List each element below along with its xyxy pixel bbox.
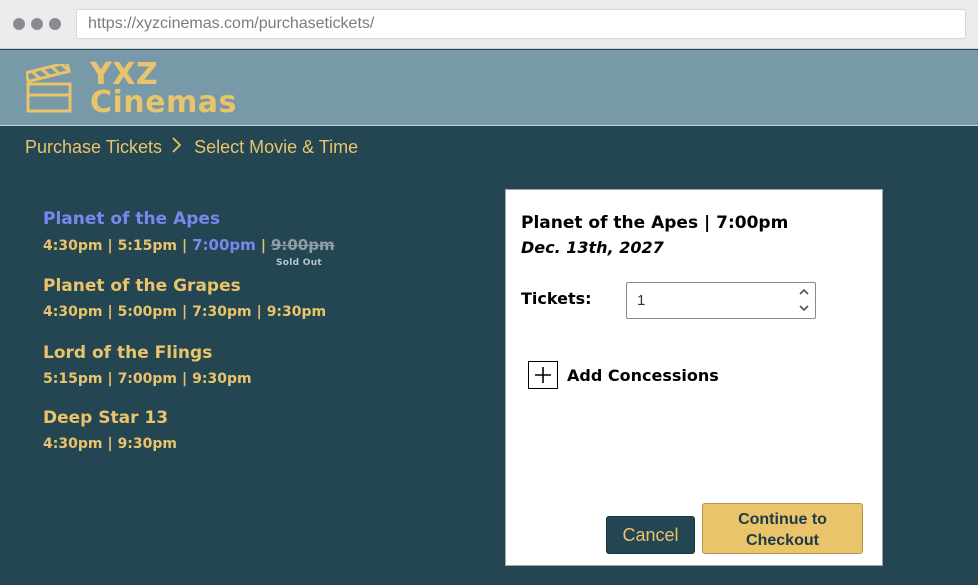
address-bar[interactable]: https://xyzcinemas.com/purchasetickets/	[76, 9, 966, 39]
showtime-option[interactable]: 9:30pm	[192, 371, 251, 387]
showtimes: 5:15pm | 7:00pm | 9:30pm	[43, 371, 252, 387]
chevron-right-icon	[171, 137, 182, 158]
plus-icon	[528, 361, 558, 389]
showtime-option[interactable]: 7:00pm	[118, 371, 177, 387]
showtimes: 4:30pm | 9:30pm	[43, 436, 177, 452]
browser-chrome: https://xyzcinemas.com/purchasetickets/	[0, 0, 978, 49]
movie-title[interactable]: Planet of the Apes	[43, 208, 335, 230]
cancel-button[interactable]: Cancel	[606, 516, 695, 554]
movie-item: Lord of the Flings 5:15pm | 7:00pm | 9:30pm	[43, 342, 252, 388]
site-header: YXZ Cinemas	[0, 50, 978, 126]
logo-line-2: Cinemas	[90, 85, 237, 120]
showtime-option-sold-out: 9:00pm	[270, 236, 335, 254]
breadcrumb-select-movie-time: Select Movie & Time	[194, 137, 359, 157]
movie-item: Planet of the Grapes 4:30pm | 5:00pm | 7:30p…	[43, 275, 326, 321]
movie-item: Planet of the Apes 4:30pm | 5:15pm | 7:00pm |…	[43, 208, 335, 268]
showtimes: 4:30pm | 5:00pm | 7:30pm | 9:30pm	[43, 304, 327, 320]
sold-out-label: Sold Out	[275, 258, 323, 268]
tickets-input[interactable]	[627, 283, 795, 318]
movie-title[interactable]: Planet of the Grapes	[43, 275, 326, 297]
showtime-option[interactable]: 5:00pm	[118, 304, 177, 320]
caret-up-icon[interactable]	[799, 287, 809, 299]
showtime-option[interactable]: 7:30pm	[192, 304, 251, 320]
window-control-maximize[interactable]	[49, 18, 61, 30]
selection-date: Dec. 13th, 2027	[521, 238, 664, 257]
showtime-option[interactable]: 9:30pm	[118, 436, 177, 452]
add-concessions-label: Add Concessions	[567, 365, 719, 385]
window-control-close[interactable]	[13, 18, 25, 30]
showtime-option[interactable]: 9:30pm	[267, 304, 326, 320]
purchase-panel: Planet of the Apes | 7:00pm Dec. 13th, 2…	[505, 189, 883, 566]
selection-title: Planet of the Apes | 7:00pm	[521, 213, 789, 233]
tickets-label: Tickets:	[521, 289, 592, 308]
showtime-option[interactable]: 5:15pm	[43, 371, 102, 387]
showtimes: 4:30pm | 5:15pm | 7:00pm | 9:00pm Sold Out	[43, 236, 335, 268]
tickets-stepper[interactable]	[626, 282, 816, 319]
continue-to-checkout-button[interactable]: Continue to Checkout	[702, 503, 863, 554]
window-control-minimize[interactable]	[31, 18, 43, 30]
showtime-option[interactable]: 4:30pm	[43, 436, 102, 452]
caret-down-icon[interactable]	[799, 303, 809, 315]
showtime-option-selected[interactable]: 7:00pm	[192, 236, 256, 254]
movie-item: Deep Star 13 4:30pm | 9:30pm	[43, 407, 177, 453]
movie-title[interactable]: Lord of the Flings	[43, 342, 252, 364]
movie-title[interactable]: Deep Star 13	[43, 407, 177, 429]
breadcrumb: Purchase Tickets Select Movie & Time	[25, 137, 358, 158]
showtime-option[interactable]: 4:30pm	[43, 238, 102, 254]
add-concessions-button[interactable]: Add Concessions	[528, 361, 719, 389]
showtime-option[interactable]: 5:15pm	[118, 238, 177, 254]
clapperboard-icon	[26, 64, 72, 113]
showtime-option[interactable]: 4:30pm	[43, 304, 102, 320]
breadcrumb-purchase-tickets[interactable]: Purchase Tickets	[25, 137, 162, 158]
logo-text[interactable]: YXZ Cinemas	[90, 60, 237, 120]
